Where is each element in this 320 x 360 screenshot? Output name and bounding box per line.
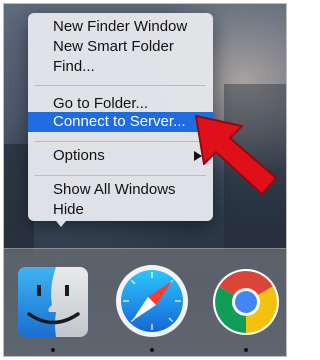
finder-icon[interactable]: [16, 265, 90, 339]
running-indicator: [51, 348, 55, 352]
desktop: New Finder Window New Smart Folder Find.…: [3, 3, 287, 357]
menu-pointer: [52, 216, 70, 227]
safari-icon[interactable]: [114, 263, 190, 339]
menu-item-go-to-folder[interactable]: Go to Folder...: [28, 94, 213, 114]
running-indicator: [244, 348, 248, 352]
menu-separator: [35, 175, 206, 176]
red-arrow-icon: [195, 115, 277, 195]
menu-item-find[interactable]: Find...: [28, 57, 213, 77]
menu-item-show-all-windows[interactable]: Show All Windows: [28, 180, 213, 200]
finder-dock-context-menu: New Finder Window New Smart Folder Find.…: [28, 13, 213, 221]
menu-item-options-label: Options: [53, 147, 105, 164]
menu-item-new-finder-window[interactable]: New Finder Window: [28, 17, 213, 37]
menu-separator: [35, 141, 206, 142]
chrome-icon[interactable]: [211, 267, 281, 337]
menu-item-options[interactable]: Options: [28, 146, 213, 166]
running-indicator: [150, 348, 154, 352]
menu-item-connect-to-server[interactable]: Connect to Server...: [28, 112, 213, 132]
menu-separator: [35, 85, 206, 86]
dock: [4, 248, 286, 356]
menu-item-new-smart-folder[interactable]: New Smart Folder: [28, 37, 213, 57]
